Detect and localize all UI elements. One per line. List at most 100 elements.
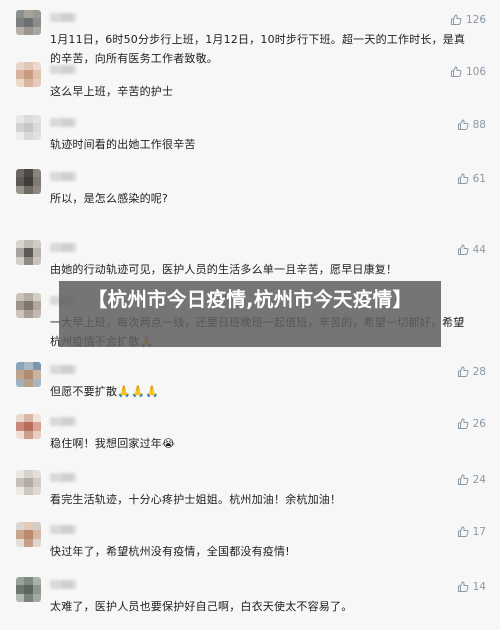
username-blurred[interactable] — [50, 525, 76, 534]
like-button[interactable]: 44 — [457, 244, 486, 256]
like-count: 14 — [472, 581, 486, 593]
avatar-mosaic-tile — [24, 309, 33, 318]
like-button[interactable]: 106 — [450, 66, 486, 78]
avatar-mosaic-tile — [24, 177, 33, 186]
comment-text: 稳住啊！我想回家过年😭 — [50, 437, 176, 450]
avatar-mosaic-tile — [16, 378, 25, 387]
like-button[interactable]: 24 — [457, 474, 486, 486]
avatar-mosaic-tile — [24, 414, 33, 423]
avatar-mosaic-tile — [16, 301, 25, 310]
username-blurred[interactable] — [50, 417, 76, 426]
username-blurred[interactable] — [50, 118, 76, 127]
avatar-mosaic-tile — [32, 123, 41, 132]
avatar-mosaic-tile — [16, 530, 25, 539]
avatar-mosaic-tile — [24, 78, 33, 87]
avatar-mosaic-tile — [24, 522, 33, 531]
avatar[interactable] — [16, 293, 41, 318]
avatar-mosaic-tile — [32, 185, 41, 194]
avatar-mosaic-tile — [32, 293, 41, 302]
avatar-mosaic-tile — [32, 593, 41, 602]
like-count: 24 — [472, 474, 486, 486]
avatar-mosaic-tile — [16, 78, 25, 87]
avatar-mosaic-tile — [32, 370, 41, 379]
avatar-mosaic-tile — [16, 26, 25, 35]
avatar-mosaic-tile — [16, 248, 25, 257]
comment-item: 1月11日，6时50分步行上班，1月12日，10时步行下班。超一天的工作时长，是… — [0, 10, 500, 65]
comment-text: 由她的行动轨迹可见，医护人员的生活多么单一且辛苦，愿早日康复！ — [50, 263, 398, 276]
username-blur-block — [62, 118, 72, 127]
avatar-mosaic-tile — [16, 256, 25, 265]
thumbs-up-icon — [457, 474, 469, 486]
avatar-mosaic-tile — [32, 62, 41, 71]
avatar-mosaic-tile — [24, 430, 33, 439]
username-blurred[interactable] — [50, 365, 76, 374]
like-count: 88 — [472, 119, 486, 131]
avatar-mosaic-tile — [24, 26, 33, 35]
avatar[interactable] — [16, 522, 41, 547]
thumbs-up-icon — [457, 581, 469, 593]
username-blurred[interactable] — [50, 580, 76, 589]
like-count: 28 — [472, 366, 486, 378]
username-blurred[interactable] — [50, 172, 76, 181]
like-button[interactable]: 88 — [457, 119, 486, 131]
thumbs-up-icon — [450, 14, 462, 26]
avatar-mosaic-tile — [16, 131, 25, 140]
avatar-mosaic-tile — [24, 422, 33, 431]
avatar[interactable] — [16, 169, 41, 194]
avatar-mosaic-tile — [32, 131, 41, 140]
comment-item: 快过年了，希望杭州没有疫情，全国都没有疫情! 17 — [0, 522, 500, 575]
thumbs-up-icon — [457, 366, 469, 378]
like-button[interactable]: 28 — [457, 366, 486, 378]
avatar[interactable] — [16, 362, 41, 387]
username-blurred[interactable] — [50, 65, 76, 74]
avatar[interactable] — [16, 62, 41, 87]
avatar-mosaic-tile — [24, 530, 33, 539]
like-button[interactable]: 26 — [457, 418, 486, 430]
avatar-mosaic-tile — [24, 470, 33, 479]
avatar-mosaic-tile — [16, 486, 25, 495]
comment-item: 这么早上班，辛苦的护士 106 — [0, 62, 500, 115]
avatar[interactable] — [16, 10, 41, 35]
avatar[interactable] — [16, 577, 41, 602]
avatar-mosaic-tile — [24, 538, 33, 547]
like-button[interactable]: 126 — [450, 14, 486, 26]
like-button[interactable]: 14 — [457, 581, 486, 593]
avatar-mosaic-tile — [32, 301, 41, 310]
avatar-mosaic-tile — [16, 177, 25, 186]
avatar[interactable] — [16, 414, 41, 439]
avatar-mosaic-tile — [32, 248, 41, 257]
avatar-mosaic-tile — [16, 414, 25, 423]
avatar-mosaic-tile — [16, 478, 25, 487]
avatar-mosaic-tile — [24, 131, 33, 140]
avatar-mosaic-tile — [32, 530, 41, 539]
avatar-mosaic-tile — [24, 169, 33, 178]
like-count: 26 — [472, 418, 486, 430]
username-blurred[interactable] — [50, 243, 76, 252]
like-button[interactable]: 17 — [457, 526, 486, 538]
avatar-mosaic-tile — [24, 577, 33, 586]
like-count: 17 — [472, 526, 486, 538]
username-blurred[interactable] — [50, 473, 76, 482]
avatar-mosaic-tile — [32, 486, 41, 495]
avatar-mosaic-tile — [32, 414, 41, 423]
avatar-mosaic-tile — [16, 430, 25, 439]
avatar-mosaic-tile — [24, 115, 33, 124]
avatar-mosaic-tile — [24, 10, 33, 19]
avatar[interactable] — [16, 240, 41, 265]
article-title-overlay: 【杭州市今日疫情,杭州市今天疫情】 — [59, 281, 441, 347]
avatar-mosaic-tile — [32, 538, 41, 547]
avatar-mosaic-tile — [32, 522, 41, 531]
username-blur-block — [62, 525, 72, 534]
avatar-mosaic-tile — [16, 577, 25, 586]
username-blur-block — [62, 473, 72, 482]
avatar[interactable] — [16, 470, 41, 495]
avatar-mosaic-tile — [24, 123, 33, 132]
like-count: 106 — [465, 66, 486, 78]
avatar[interactable] — [16, 115, 41, 140]
avatar-mosaic-tile — [24, 362, 33, 371]
comment-text: 所以，是怎么感染的呢? — [50, 192, 169, 205]
like-button[interactable]: 61 — [457, 173, 486, 185]
thumbs-up-icon — [457, 173, 469, 185]
avatar-mosaic-tile — [16, 593, 25, 602]
username-blurred[interactable] — [50, 13, 76, 22]
